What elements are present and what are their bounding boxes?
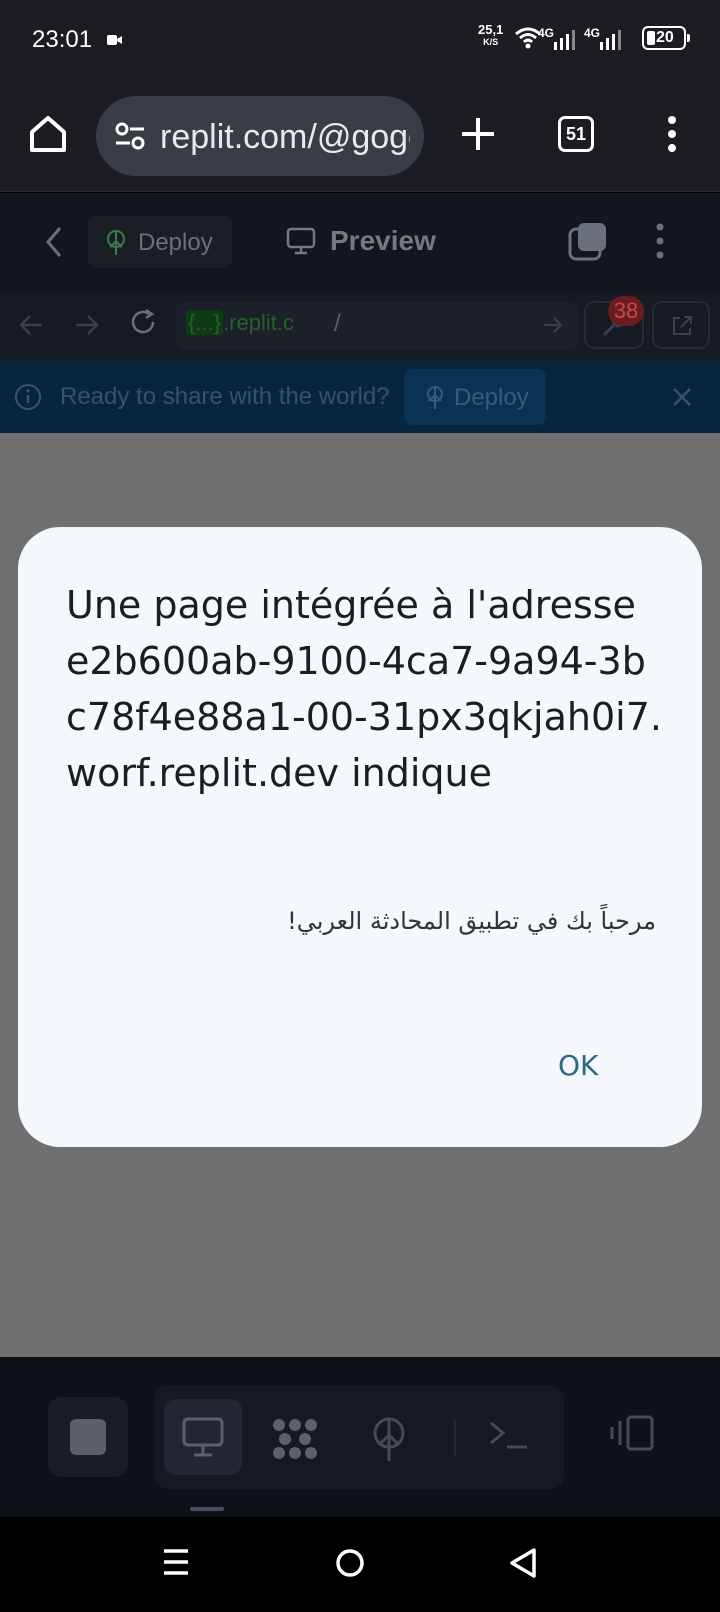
back-chevron-icon[interactable] — [44, 225, 64, 264]
status-time: 23:01 — [32, 26, 93, 53]
open-external-button[interactable] — [652, 301, 710, 349]
external-link-icon — [673, 316, 692, 335]
net-speed: 25,1 K/S — [478, 22, 504, 48]
dock-workflows[interactable] — [254, 1399, 332, 1475]
back-arrow-icon[interactable] — [18, 313, 44, 342]
layers-icon[interactable] — [568, 221, 608, 266]
alert-dialog: Une page intégrée à l'adresse e2b600ab-9… — [18, 527, 702, 1147]
battery-level: 20 — [656, 29, 674, 46]
stop-button[interactable] — [48, 1397, 128, 1477]
workflows-icon — [273, 1419, 317, 1459]
deploy-button[interactable]: Deploy — [88, 216, 232, 268]
close-icon[interactable] — [672, 387, 692, 412]
dock-drag-handle[interactable] — [190, 1507, 224, 1511]
forward-arrow-icon[interactable] — [74, 313, 100, 342]
stop-icon — [70, 1419, 106, 1455]
home-circle-icon[interactable] — [334, 1547, 366, 1584]
dock-preview[interactable] — [164, 1399, 242, 1475]
banner-message: Ready to share with the world? — [60, 383, 390, 410]
back-triangle-icon[interactable] — [508, 1547, 538, 1584]
banner-deploy-button[interactable]: Deploy — [404, 369, 546, 425]
replit-header: Deploy Preview — [0, 193, 720, 293]
dialog-title: Une page intégrée à l'adresse e2b600ab-9… — [66, 583, 662, 795]
terminal-icon — [490, 1421, 527, 1449]
address-host: {...}.replit.c — [186, 310, 294, 336]
system-nav-bar — [0, 1517, 720, 1612]
address-path: / — [334, 310, 341, 337]
browser-toolbar: replit.com/@gogo 51 — [0, 80, 720, 192]
signal1-label: 4G — [538, 26, 555, 40]
home-button[interactable] — [26, 112, 70, 156]
plus-icon — [462, 118, 494, 150]
home-icon — [30, 116, 66, 152]
net-speed-unit: K/S — [483, 37, 499, 47]
recents-menu-icon[interactable] — [162, 1547, 190, 1582]
signal-bars-icon — [600, 30, 621, 50]
deploy-icon — [373, 1417, 405, 1461]
monitor-icon — [182, 1417, 224, 1457]
status-bar: 23:01 25,1 K/S 4G 4G 20 — [0, 0, 720, 80]
signal2-label: 4G — [584, 26, 601, 40]
preview-address-bar[interactable]: {...}.replit.c / — [176, 302, 578, 350]
dock-shell[interactable] — [470, 1399, 548, 1475]
monitor-icon — [286, 227, 316, 260]
replit-bottom-dock — [0, 1357, 720, 1517]
address-host-text: .replit.c — [223, 310, 294, 335]
ok-button[interactable]: OK — [558, 1049, 598, 1082]
dialog-message: مرحباً بك في تطبيق المحادثة العربي! — [287, 907, 656, 935]
tab-switcher-button[interactable]: 51 — [558, 116, 594, 152]
header-menu-icon[interactable] — [652, 221, 668, 266]
devtools-badge: 38 — [608, 296, 644, 326]
browser-menu-button[interactable] — [662, 114, 682, 154]
kebab-menu-icon — [668, 116, 676, 152]
info-icon — [14, 383, 42, 416]
panels-icon[interactable] — [608, 1413, 656, 1458]
new-tab-button[interactable] — [458, 114, 498, 154]
deploy-icon — [104, 229, 128, 262]
deploy-banner: Ready to share with the world? Deploy — [0, 361, 720, 433]
deploy-label: Deploy — [138, 229, 213, 256]
preview-label: Preview — [330, 225, 436, 256]
url-bar[interactable]: replit.com/@gogo — [96, 96, 424, 176]
dock-separator — [454, 1419, 456, 1455]
net-speed-value: 25,1 — [478, 22, 504, 37]
deploy-icon — [424, 385, 446, 416]
site-settings-icon[interactable] — [114, 122, 146, 155]
go-arrow-icon[interactable] — [542, 315, 564, 340]
dock-deploy[interactable] — [350, 1399, 428, 1475]
url-text: replit.com/@gogo — [160, 118, 410, 156]
banner-deploy-label: Deploy — [454, 384, 529, 411]
refresh-icon[interactable] — [128, 307, 158, 342]
dock-group — [154, 1385, 564, 1489]
address-tag: {...} — [186, 310, 224, 335]
signal-bars-icon — [554, 30, 575, 50]
battery-icon: 20 — [642, 26, 690, 50]
screen-record-icon — [106, 32, 124, 53]
